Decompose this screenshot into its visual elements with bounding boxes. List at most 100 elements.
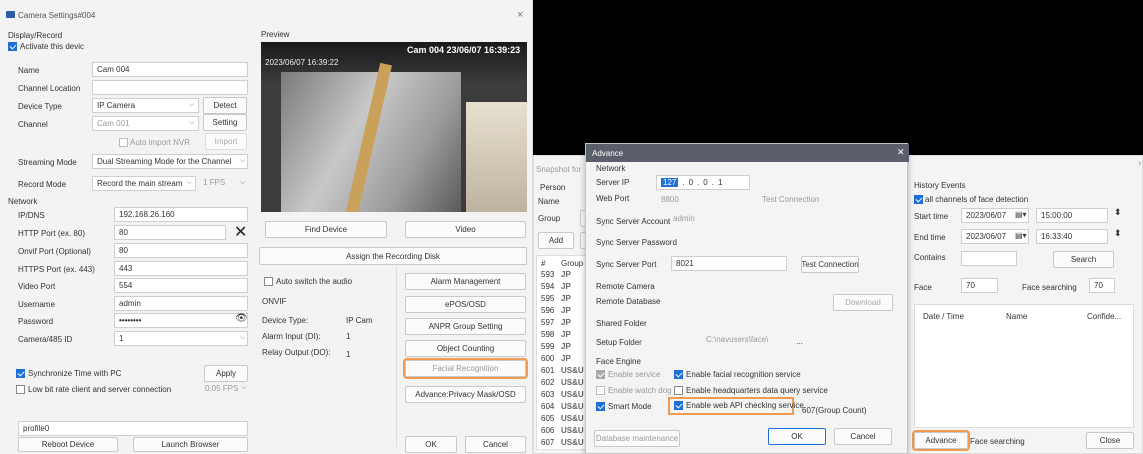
password-label: Password [18,317,54,326]
history-window-edge-icon[interactable]: › [1138,158,1141,169]
web-port-label: Web Port [596,194,630,203]
snapshot-window: Snapshot for Person Name Group Add # Gro… [533,155,594,454]
all-channels-checkbox[interactable] [914,195,923,204]
apply-button[interactable]: Apply [204,365,248,382]
advance-dialog: Advance ✕ Network Server IP 127. 0. 0. 1… [585,143,909,454]
calendar-icon[interactable]: ▤▾ [1015,210,1027,219]
preview-overlay-title: Cam 004 23/06/07 16:39:23 [407,45,521,55]
test-connection-button[interactable]: Test Connection [801,256,859,273]
database-maintenance-button[interactable]: Database maintenance [594,430,680,447]
enable-hq-checkbox[interactable] [674,386,683,395]
streaming-mode-select[interactable]: Dual Streaming Mode for the Channel [92,154,248,169]
camera-preview[interactable]: Cam 004 23/06/07 16:39:23 2023/06/07 16:… [261,42,527,212]
enable-web-api-checkbox[interactable] [674,401,683,410]
chevron-down-icon: ⌵ [240,157,246,164]
face-searching-field[interactable]: 70 [1089,278,1115,293]
ip-octet-1[interactable]: 127 [661,178,679,187]
video-button[interactable]: Video [405,221,526,238]
web-port-value[interactable]: 8800 [661,195,679,204]
col-name[interactable]: Name [1006,312,1027,321]
auto-audio-checkbox[interactable] [264,277,273,286]
detect-button[interactable]: Detect [203,97,247,114]
ipdns-field[interactable]: 192.168.26.160 [114,207,248,222]
close-icon[interactable]: ✕ [234,222,247,242]
onvif-value: 1 [346,332,351,341]
object-counting-button[interactable]: Object Counting [405,340,526,357]
row-number: 606 [541,426,555,435]
events-table[interactable]: Date / Time Name Confide... [914,304,1134,428]
end-time-field[interactable]: 16:33:40 [1036,229,1108,244]
facial-recognition-button[interactable]: Facial Recognition [403,358,528,379]
close-button[interactable]: Close [1086,432,1134,449]
start-time-field[interactable]: 15:00:00 [1036,208,1108,223]
enable-service-checkbox[interactable] [596,370,605,379]
launch-browser-button[interactable]: Launch Browser [133,437,248,452]
face-field[interactable]: 70 [961,278,998,293]
find-device-button[interactable]: Find Device [265,221,387,238]
ip-octet-3[interactable]: 0 [703,178,707,187]
sync-account-value[interactable]: admin [673,214,695,223]
ip-octet-4[interactable]: 1 [718,178,722,187]
http-port-field[interactable]: 80 [114,225,226,240]
privacy-mask-osd-button[interactable]: Advance:Privacy Mask/OSD [405,386,526,403]
close-icon[interactable]: × [517,9,523,21]
channel-select[interactable]: Cam 001 [92,116,199,131]
add-button[interactable]: Add [538,232,574,249]
activate-checkbox[interactable] [8,42,17,51]
enable-watchdog-checkbox[interactable] [596,386,605,395]
start-date-value: 2023/06/07 [966,211,1007,220]
epos-osd-button[interactable]: ePOS/OSD [405,296,526,313]
username-field[interactable]: admin [114,296,248,311]
test-connection-button[interactable]: Test Connection [762,195,819,204]
calendar-icon[interactable]: ▤▾ [1015,231,1027,240]
server-ip-field[interactable]: 127. 0. 0. 1 [656,175,750,190]
sync-port-label: Sync Server Port [596,260,657,269]
smart-mode-checkbox[interactable] [596,402,605,411]
https-port-field[interactable]: 443 [114,261,248,276]
profile-field[interactable]: profile0 [18,421,248,436]
password-field[interactable]: •••••••• [114,313,248,328]
sync-port-field[interactable]: 8021 [671,256,787,271]
spinner-icon[interactable]: ⬍ [1114,228,1122,239]
sync-time-checkbox[interactable] [16,369,25,378]
cancel-button[interactable]: Cancel [465,436,526,453]
ok-button[interactable]: OK [405,436,457,453]
advance-button[interactable]: Advance [912,430,970,451]
auto-import-checkbox[interactable] [119,138,128,147]
low-bitrate-fps[interactable]: 0.05 FPS [205,384,238,393]
download-button[interactable]: Download [833,294,893,311]
setting-button[interactable]: Setting [203,114,247,131]
enable-service-label: Enable service [608,370,661,379]
enable-facial-checkbox[interactable] [674,370,683,379]
assign-disk-button[interactable]: Assign the Recording Disk [259,247,527,265]
face-searching-tab[interactable]: Face searching [970,437,1025,446]
end-time-value: 16:33:40 [1041,232,1073,241]
close-icon[interactable]: ✕ [897,147,905,158]
spinner-icon[interactable]: ⬍ [1114,207,1122,218]
contains-field[interactable] [961,251,1017,266]
camera-485-id-select[interactable]: 1 [114,331,248,346]
browse-button[interactable]: ... [792,333,807,350]
reboot-device-button[interactable]: Reboot Device [18,437,118,452]
alarm-management-button[interactable]: Alarm Management [405,273,526,290]
import-button[interactable]: Import [205,133,247,150]
ip-octet-2[interactable]: 0 [689,178,693,187]
cancel-button[interactable]: Cancel [834,428,892,445]
name-field[interactable]: Cam 004 [92,62,248,77]
onvif-port-field[interactable]: 80 [114,243,248,258]
record-mode-select[interactable]: Record the main stream [92,176,196,191]
row-number: 602 [541,378,555,387]
col-date-time[interactable]: Date / Time [923,312,964,321]
eye-icon[interactable]: 👁 [235,313,248,324]
search-button[interactable]: Search [1053,251,1114,268]
anpr-group-setting-button[interactable]: ANPR Group Setting [405,318,526,335]
video-port-field[interactable]: 554 [114,278,248,293]
folder-path[interactable]: C:\navusers\face\ [706,335,768,344]
device-type-value: IP Camera [97,101,136,110]
history-events-title: History Events [914,181,966,190]
channel-location-field[interactable] [92,80,248,95]
ok-button[interactable]: OK [768,428,826,445]
device-type-select[interactable]: IP Camera [92,98,199,113]
col-confidence[interactable]: Confide... [1087,312,1121,321]
low-bitrate-checkbox[interactable] [16,385,25,394]
